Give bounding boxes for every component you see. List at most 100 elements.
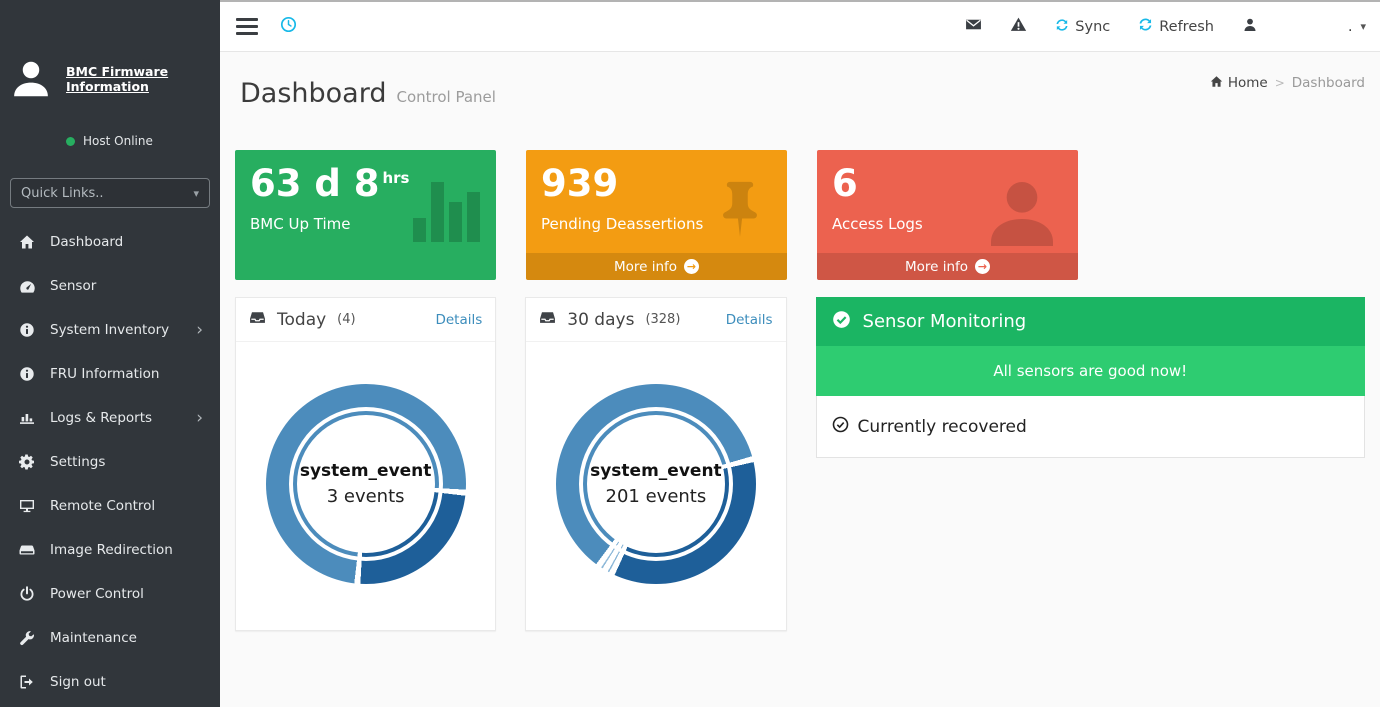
sidebar-item-label: Sign out [50,674,106,690]
sidebar-item-image-redirection[interactable]: Image Redirection [0,528,220,572]
pending-deassertions-card[interactable]: 939 Pending Deassertions More info → [526,150,787,280]
sidebar-item-label: Image Redirection [50,542,173,558]
sidebar-item-fru-information[interactable]: FRU Information [0,352,220,396]
caret-down-icon: ▾ [1360,20,1366,33]
events-30days-donut-chart[interactable]: system_event 201 events [556,384,756,584]
messages-icon[interactable] [965,16,982,37]
power-icon [17,586,37,602]
check-circle-icon [832,310,851,334]
sidebar-item-label: Power Control [50,586,144,602]
main-area: Sync Refresh . ▾ Dashboard Control Panel [220,0,1380,707]
sidebar-menu: Dashboard Sensor System Inventory › FRU … [0,220,220,704]
sidebar-item-maintenance[interactable]: Maintenance [0,616,220,660]
gear-icon [17,454,37,470]
page-subtitle: Control Panel [396,88,495,106]
donut-center-sublabel: 3 events [327,486,405,507]
refresh-label: Refresh [1159,19,1214,35]
sidebar-item-label: Sensor [50,278,96,294]
warning-icon[interactable] [1010,16,1027,37]
user-avatar-icon [8,56,54,148]
quick-links-dropdown[interactable]: Quick Links.. ▾ [10,178,210,208]
host-status-label: Host Online [83,134,153,148]
sidebar-item-power-control[interactable]: Power Control [0,572,220,616]
profile-section: BMC Firmware Information Host Online [0,0,220,148]
sidebar-toggle-button[interactable] [234,14,260,39]
clock-icon[interactable] [280,16,297,37]
sensor-recovered-row[interactable]: Currently recovered [816,396,1365,458]
sidebar-item-label: FRU Information [50,366,159,382]
sidebar: BMC Firmware Information Host Online Qui… [0,0,220,707]
panel-title: 30 days [567,310,634,330]
panel-title: Today [277,310,326,330]
sidebar-item-label: Remote Control [50,498,155,514]
breadcrumb-current: Dashboard [1292,75,1365,91]
wrench-icon [17,630,37,646]
info-icon [17,322,37,338]
sidebar-item-sensor[interactable]: Sensor [0,264,220,308]
sensor-monitoring-title: Sensor Monitoring [863,311,1027,332]
sidebar-item-settings[interactable]: Settings [0,440,220,484]
details-link[interactable]: Details [435,312,482,328]
sidebar-item-label: Maintenance [50,630,137,646]
check-circle-outline-icon [832,416,849,438]
chevron-right-icon: › [196,410,203,427]
host-status: Host Online [66,134,210,148]
access-logs-more-info[interactable]: More info → [817,253,1078,280]
caret-down-icon: ▾ [193,187,199,200]
breadcrumb-home-link[interactable]: Home [1210,75,1268,92]
content-header: Dashboard Control Panel Home > Dashboard [220,52,1380,130]
bmc-uptime-label: BMC Up Time [250,215,481,233]
refresh-button[interactable]: Refresh [1138,17,1214,36]
sidebar-item-system-inventory[interactable]: System Inventory › [0,308,220,352]
user-label: . [1348,19,1352,35]
monitor-icon [17,498,37,514]
hdd-icon [17,542,37,558]
arrow-circle-right-icon: → [975,259,990,274]
sidebar-item-label: Settings [50,454,105,470]
home-icon [17,234,37,250]
sidebar-item-label: System Inventory [50,322,169,338]
details-link[interactable]: Details [726,312,773,328]
donut-center-sublabel: 201 events [606,486,707,507]
sensor-monitoring-header: Sensor Monitoring [816,297,1365,346]
sidebar-item-remote-control[interactable]: Remote Control [0,484,220,528]
sidebar-item-dashboard[interactable]: Dashboard [0,220,220,264]
summary-cards-row: 63 d 8hrs BMC Up Time 939 Pending Deasse… [220,130,1380,280]
quick-links-placeholder: Quick Links.. [21,186,104,201]
host-online-dot-icon [66,137,75,146]
breadcrumb: Home > Dashboard [1210,74,1365,92]
bar-chart-icon [17,410,37,426]
access-logs-value: 6 [832,163,1063,206]
donut-center-label: system_event [590,461,722,481]
user-dropdown[interactable]: . ▾ [1286,19,1366,35]
sync-label: Sync [1075,19,1110,35]
inbox-icon [539,309,556,330]
sidebar-item-label: Logs & Reports [50,410,152,426]
access-logs-card[interactable]: 6 Access Logs More info → [817,150,1078,280]
events-today-donut-chart[interactable]: system_event 3 events [266,384,466,584]
sensor-monitoring-panel: Sensor Monitoring All sensors are good n… [816,297,1365,458]
access-logs-label: Access Logs [832,215,1063,233]
panel-count: (328) [645,312,680,327]
sidebar-item-sign-out[interactable]: Sign out [0,660,220,704]
refresh-icon [1138,17,1153,36]
donut-center-label: system_event [300,461,432,481]
panels-row: Today (4) Details system_event 3 events [220,280,1380,631]
arrow-circle-right-icon: → [684,259,699,274]
user-icon[interactable] [1242,17,1258,37]
info-icon [17,366,37,382]
pending-deassertions-more-info[interactable]: More info → [526,253,787,280]
bmc-uptime-card[interactable]: 63 d 8hrs BMC Up Time [235,150,496,280]
pending-deassertions-label: Pending Deassertions [541,215,772,233]
home-icon [1210,75,1223,92]
bmc-firmware-info-link[interactable]: BMC Firmware Information [66,64,210,94]
panel-count: (4) [337,312,355,327]
page-title: Dashboard [240,78,386,109]
sidebar-item-logs-reports[interactable]: Logs & Reports › [0,396,220,440]
sync-icon [1055,18,1069,36]
events-30days-panel: 30 days (328) Details system_event 201 e… [525,297,786,631]
gauge-icon [17,278,37,295]
sync-button[interactable]: Sync [1055,18,1110,36]
chevron-right-icon: › [196,322,203,339]
sensor-recovered-label: Currently recovered [858,417,1027,437]
